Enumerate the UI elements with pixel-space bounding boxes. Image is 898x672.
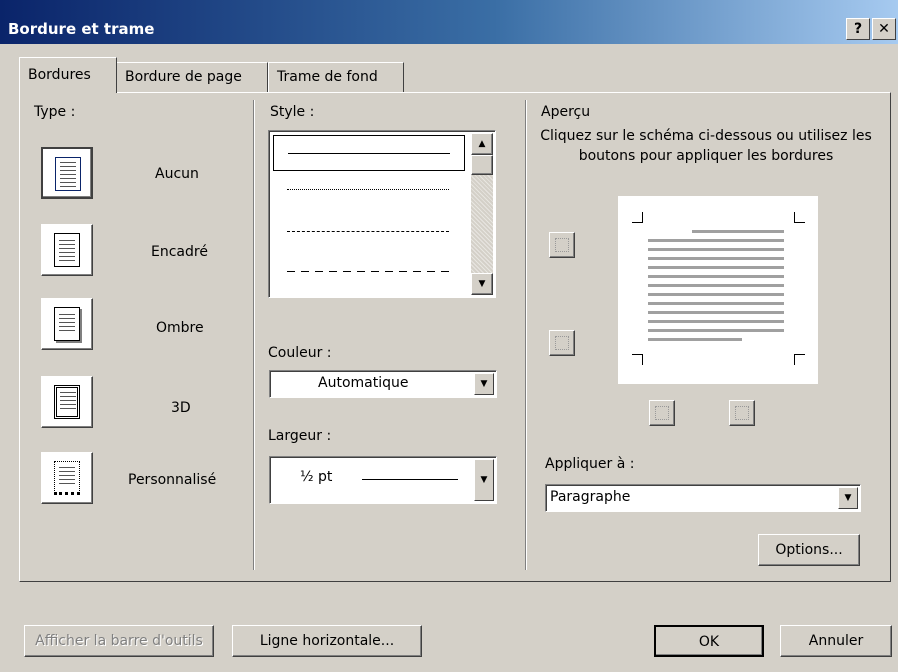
apply-value: Paragraphe xyxy=(550,489,631,505)
style-option-long-dash[interactable] xyxy=(287,271,449,272)
preview-diagram[interactable] xyxy=(618,196,818,384)
inner-horizontal-border-button-icon[interactable] xyxy=(549,330,575,356)
scroll-down-arrow-icon[interactable]: ▼ xyxy=(471,273,493,295)
color-select[interactable]: Automatique ▼ xyxy=(269,370,497,398)
title-bar: Bordure et trame ? ✕ xyxy=(0,0,898,44)
width-dropdown-arrow-icon[interactable]: ▼ xyxy=(474,459,494,501)
top-border-button-icon[interactable] xyxy=(549,232,575,258)
options-button[interactable]: Options... xyxy=(758,534,860,566)
width-label: Largeur : xyxy=(268,428,332,444)
preview-instructions: Cliquez sur le schéma ci-dessous ou util… xyxy=(540,128,872,164)
type-label: Type : xyxy=(34,104,76,120)
horizontal-line-button[interactable]: Ligne horizontale... xyxy=(232,625,422,657)
box-border-icon[interactable] xyxy=(41,224,93,276)
color-value: Automatique xyxy=(318,375,409,391)
close-button[interactable]: ✕ xyxy=(872,18,896,40)
tab-bordures-label: Bordures xyxy=(28,67,91,83)
apply-select[interactable]: Paragraphe ▼ xyxy=(545,484,861,512)
tab-bordure-de-page[interactable]: Bordure de page xyxy=(116,62,268,92)
right-border-button-icon[interactable] xyxy=(729,400,755,426)
corner-bottom-right xyxy=(794,354,805,365)
no-border-icon[interactable] xyxy=(41,147,93,199)
style-list[interactable]: ▲ ▼ xyxy=(268,130,496,298)
shadow-border-icon[interactable] xyxy=(41,298,93,350)
type-aucun-label[interactable]: Aucun xyxy=(155,166,199,182)
type-3d-label[interactable]: 3D xyxy=(171,400,191,416)
style-option-solid[interactable] xyxy=(273,135,465,171)
corner-top-left xyxy=(632,212,643,223)
type-encadre-label[interactable]: Encadré xyxy=(151,244,208,260)
cancel-button[interactable]: Annuler xyxy=(780,625,892,657)
separator-left xyxy=(253,100,255,570)
window-title: Bordure et trame xyxy=(8,20,155,38)
scroll-thumb[interactable] xyxy=(471,155,493,175)
type-personnalise-label[interactable]: Personnalisé xyxy=(128,472,216,488)
type-ombre-label[interactable]: Ombre xyxy=(156,320,204,336)
apply-label: Appliquer à : xyxy=(545,456,635,472)
tab-trame-de-fond-label: Trame de fond xyxy=(277,69,378,85)
color-dropdown-arrow-icon[interactable]: ▼ xyxy=(474,373,494,395)
toolbar-button[interactable]: Afficher la barre d'outils xyxy=(24,625,214,657)
apply-dropdown-arrow-icon[interactable]: ▼ xyxy=(838,487,858,509)
style-option-dotted[interactable] xyxy=(287,189,449,190)
left-border-button-icon[interactable] xyxy=(649,400,675,426)
tab-bordure-de-page-label: Bordure de page xyxy=(125,69,242,85)
help-button[interactable]: ? xyxy=(846,18,870,40)
width-value: ½ pt xyxy=(300,469,333,485)
corner-bottom-left xyxy=(632,354,643,365)
preview-label: Aperçu xyxy=(541,104,591,120)
custom-border-icon[interactable] xyxy=(41,452,93,504)
style-scrollbar[interactable]: ▲ ▼ xyxy=(471,133,493,295)
corner-top-right xyxy=(794,212,805,223)
tab-bordures[interactable]: Bordures xyxy=(19,57,117,93)
ok-button[interactable]: OK xyxy=(654,625,764,657)
style-label: Style : xyxy=(270,104,315,120)
width-line-preview xyxy=(362,479,458,480)
width-select[interactable]: ½ pt ▼ xyxy=(269,456,497,504)
separator-right xyxy=(525,100,527,570)
3d-border-icon[interactable] xyxy=(41,376,93,428)
style-option-dashed[interactable] xyxy=(287,231,449,232)
scroll-up-arrow-icon[interactable]: ▲ xyxy=(471,133,493,155)
color-label: Couleur : xyxy=(268,345,332,361)
tab-trame-de-fond[interactable]: Trame de fond xyxy=(268,62,404,92)
